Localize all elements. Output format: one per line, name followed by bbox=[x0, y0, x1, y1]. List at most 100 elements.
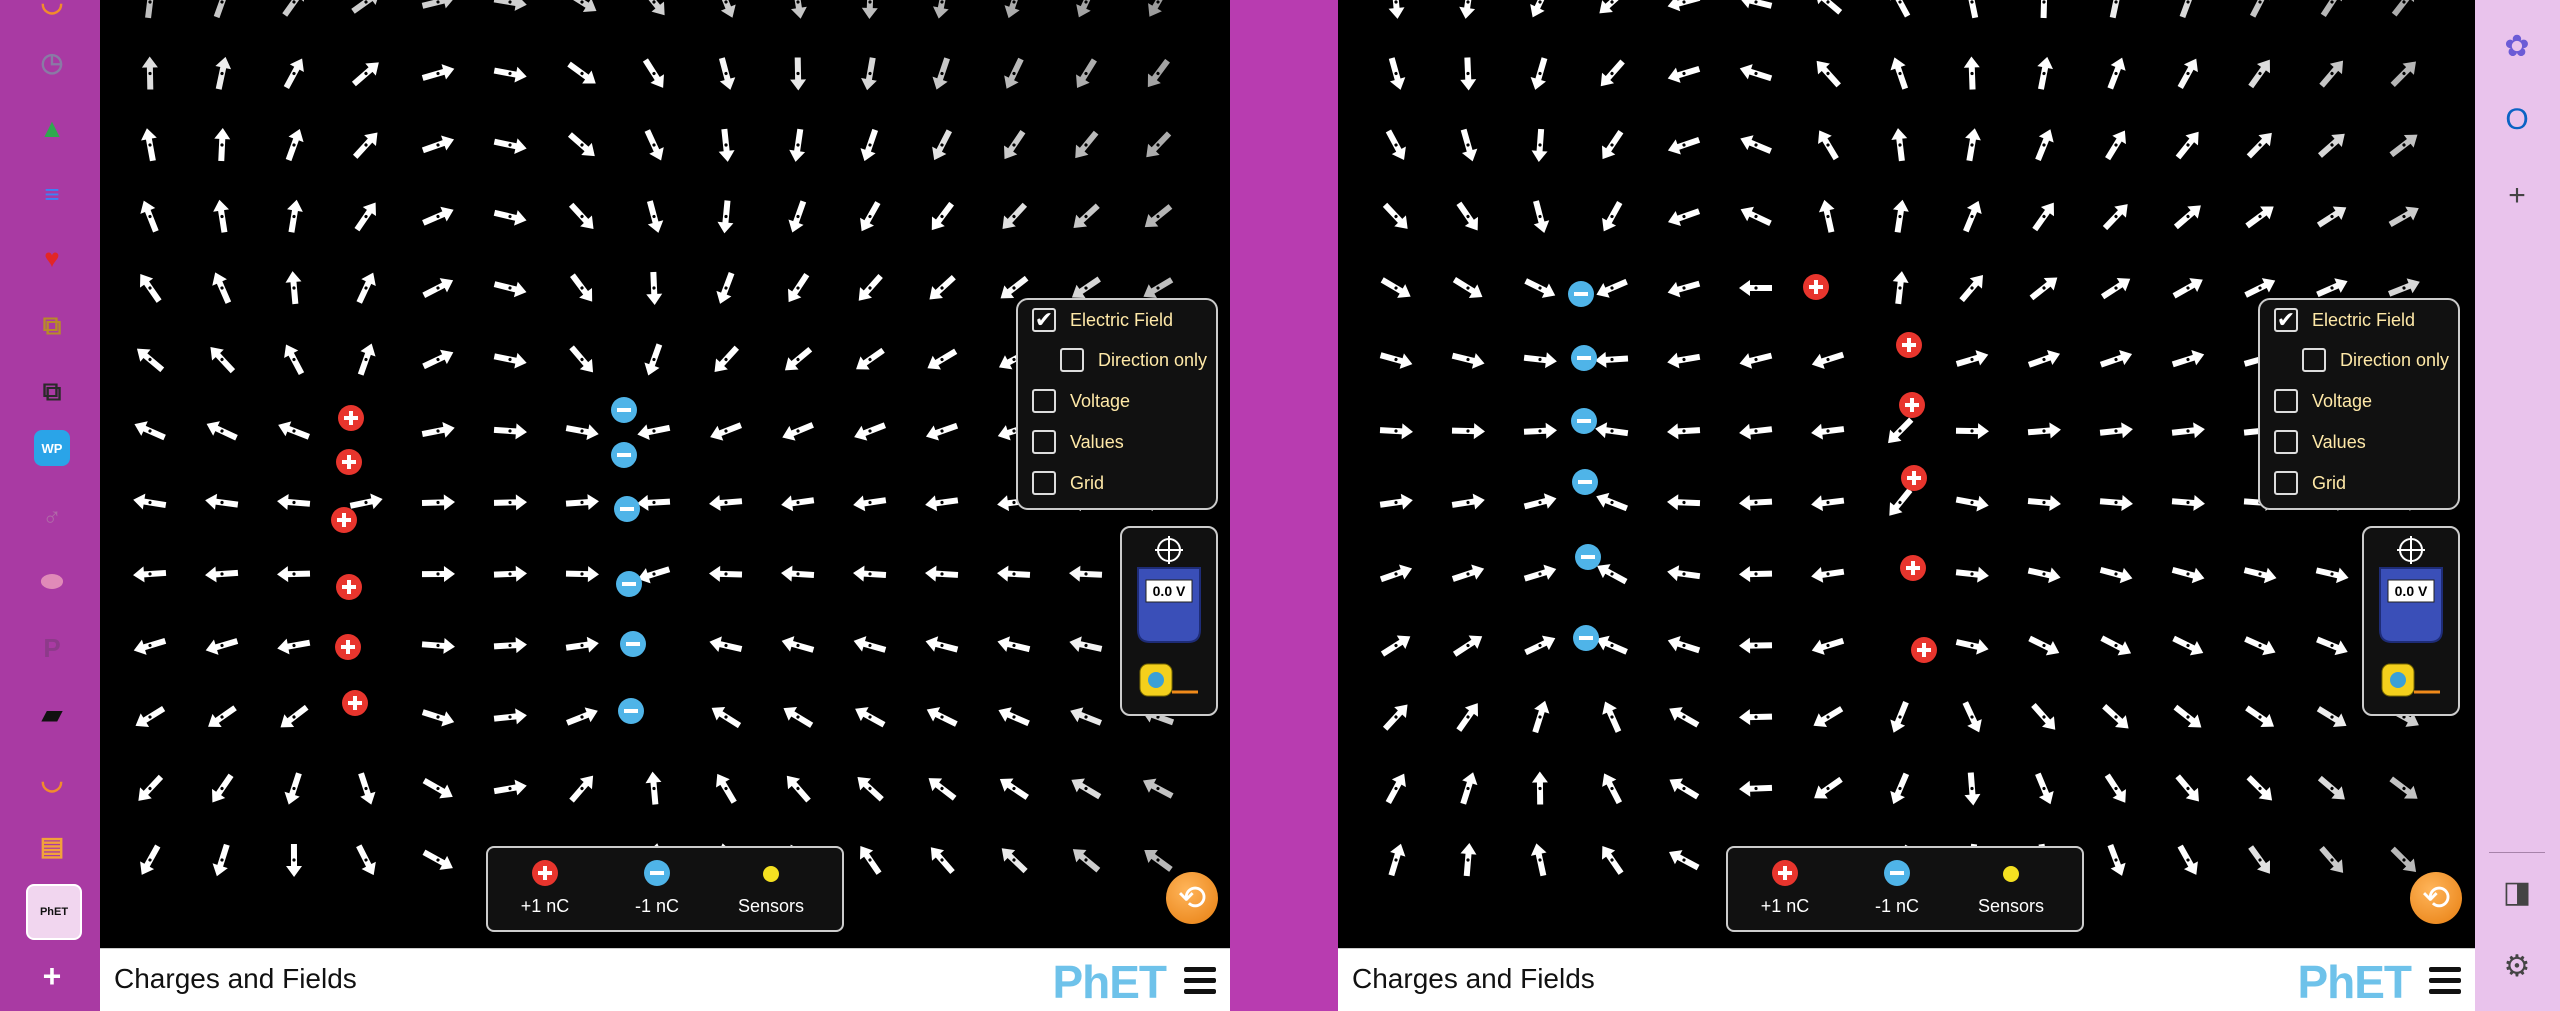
measuring-tape-icon[interactable] bbox=[2380, 662, 2440, 702]
field-arrow bbox=[930, 847, 955, 875]
grid-checkbox[interactable] bbox=[2274, 471, 2298, 495]
positive-charge[interactable] bbox=[1896, 332, 1922, 358]
positive-charge[interactable] bbox=[335, 634, 361, 660]
settings-gear-icon[interactable]: ⚙ bbox=[2497, 946, 2537, 986]
negative-charge[interactable] bbox=[1573, 625, 1599, 651]
negative-charge[interactable] bbox=[616, 571, 642, 597]
positive-charge-icon[interactable] bbox=[530, 858, 560, 888]
voltage-checkbox[interactable] bbox=[1032, 389, 1056, 413]
half-circle-app-icon[interactable]: ◡ bbox=[34, 0, 70, 20]
notebook-icon[interactable]: ▤ bbox=[34, 828, 70, 864]
google-drive-icon[interactable]: ▲ bbox=[34, 110, 70, 146]
electric-field-row[interactable]: ✔ Electric Field bbox=[1032, 307, 1173, 332]
phet-logo[interactable]: PhET bbox=[2297, 955, 2412, 1009]
field-arrow bbox=[2035, 129, 2054, 161]
hamburger-menu-button[interactable] bbox=[1184, 967, 1216, 995]
values-row[interactable]: Values bbox=[2274, 430, 2366, 454]
negative-charge[interactable] bbox=[1571, 408, 1597, 434]
positive-charge[interactable] bbox=[331, 507, 357, 533]
book-icon[interactable]: ▰ bbox=[34, 696, 70, 732]
electric-field-row[interactable]: ✔ Electric Field bbox=[2274, 307, 2415, 332]
add-app-button[interactable]: + bbox=[34, 958, 70, 994]
positive-charge[interactable] bbox=[1803, 274, 1829, 300]
positive-charge[interactable] bbox=[336, 449, 362, 475]
field-arrow bbox=[788, 272, 810, 303]
half-circle-app-icon-2[interactable]: ◡ bbox=[34, 762, 70, 798]
positive-charge[interactable] bbox=[342, 690, 368, 716]
wordpress-icon[interactable]: WP bbox=[34, 430, 70, 466]
field-arrow bbox=[2244, 636, 2276, 656]
positive-charge[interactable] bbox=[336, 574, 362, 600]
field-arrow bbox=[2317, 775, 2345, 800]
field-arrow bbox=[718, 57, 736, 90]
negative-charge[interactable] bbox=[611, 397, 637, 423]
direction-only-row[interactable]: Direction only bbox=[2302, 348, 2449, 372]
positive-charge-label: +1 nC bbox=[520, 896, 570, 916]
positive-charge[interactable] bbox=[1901, 465, 1927, 491]
copilot-icon[interactable]: ✿ bbox=[2497, 26, 2537, 66]
copy-app-icon-2[interactable]: ⧉ bbox=[34, 374, 70, 410]
field-arrow bbox=[997, 565, 1031, 582]
positive-charge-icon[interactable] bbox=[1770, 858, 1800, 888]
direction-only-checkbox[interactable] bbox=[2302, 348, 2326, 372]
reset-all-button[interactable]: ⟲ bbox=[1166, 872, 1218, 924]
field-arrow bbox=[1452, 277, 1483, 298]
direction-only-row[interactable]: Direction only bbox=[1060, 348, 1207, 372]
measuring-tape-icon[interactable] bbox=[1138, 662, 1198, 702]
sensor-icon[interactable] bbox=[761, 864, 781, 884]
clock-app-icon[interactable]: ◷ bbox=[34, 44, 70, 80]
electric-field-checkbox[interactable]: ✔ bbox=[2274, 307, 2298, 332]
field-arrow bbox=[212, 773, 234, 803]
add-icon[interactable]: + bbox=[2497, 176, 2537, 216]
voltage-row[interactable]: Voltage bbox=[2274, 389, 2372, 413]
negative-charge-icon[interactable] bbox=[1882, 858, 1912, 888]
grid-row[interactable]: Grid bbox=[1032, 471, 1104, 495]
egg-icon[interactable]: ⬬ bbox=[34, 564, 70, 600]
positive-charge[interactable] bbox=[1911, 637, 1937, 663]
field-arrow bbox=[717, 200, 734, 234]
electric-field-checkbox[interactable]: ✔ bbox=[1032, 307, 1056, 332]
field-arrow bbox=[2245, 206, 2274, 229]
reset-all-button[interactable]: ⟲ bbox=[2410, 872, 2462, 924]
grid-row[interactable]: Grid bbox=[2274, 471, 2346, 495]
copy-app-icon[interactable]: ⧉ bbox=[34, 308, 70, 344]
values-checkbox[interactable] bbox=[2274, 430, 2298, 454]
negative-charge-icon[interactable] bbox=[642, 858, 672, 888]
field-arrow bbox=[853, 636, 887, 653]
negative-charge[interactable] bbox=[618, 698, 644, 724]
voltage-row[interactable]: Voltage bbox=[1032, 389, 1130, 413]
phet-logo[interactable]: PhET bbox=[1052, 955, 1167, 1009]
field-arrow bbox=[1388, 0, 1405, 19]
voltmeter-reading: 0.0 V bbox=[1153, 583, 1186, 599]
field-arrow bbox=[1460, 128, 1478, 162]
negative-charge[interactable] bbox=[611, 442, 637, 468]
female-symbol-icon[interactable]: ♂ bbox=[34, 498, 70, 534]
negative-charge[interactable] bbox=[614, 496, 640, 522]
phet-app-icon[interactable]: PhET bbox=[26, 884, 82, 940]
field-arrow bbox=[205, 638, 239, 655]
sidebar-toggle-icon[interactable]: ◨ bbox=[2497, 872, 2537, 912]
p-letter-icon[interactable]: P bbox=[34, 630, 70, 666]
values-row[interactable]: Values bbox=[1032, 430, 1124, 454]
voltage-checkbox[interactable] bbox=[2274, 389, 2298, 413]
field-arrow bbox=[493, 494, 527, 511]
negative-charge[interactable] bbox=[620, 631, 646, 657]
positive-charge[interactable] bbox=[1900, 555, 1926, 581]
values-checkbox[interactable] bbox=[1032, 430, 1056, 454]
negative-charge[interactable] bbox=[1568, 281, 1594, 307]
direction-only-checkbox[interactable] bbox=[1060, 348, 1084, 372]
negative-charge[interactable] bbox=[1572, 469, 1598, 495]
positive-charge[interactable] bbox=[1899, 392, 1925, 418]
negative-charge[interactable] bbox=[1575, 544, 1601, 570]
field-arrow bbox=[1596, 492, 1628, 512]
positive-charge[interactable] bbox=[338, 405, 364, 431]
heart-icon[interactable]: ♥ bbox=[34, 240, 70, 276]
hamburger-menu-button[interactable] bbox=[2429, 967, 2461, 995]
google-docs-icon[interactable]: ≡ bbox=[34, 176, 70, 212]
grid-checkbox[interactable] bbox=[1032, 471, 1056, 495]
negative-charge[interactable] bbox=[1571, 345, 1597, 371]
sensor-icon[interactable] bbox=[2001, 864, 2021, 884]
field-arrow bbox=[133, 566, 167, 583]
split-divider[interactable] bbox=[1230, 0, 1338, 1011]
outlook-icon[interactable]: O bbox=[2497, 100, 2537, 140]
